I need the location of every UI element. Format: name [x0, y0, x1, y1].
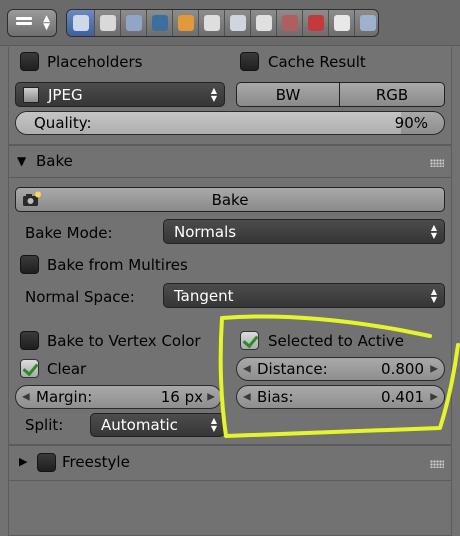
highlight-annotation	[218, 314, 460, 438]
